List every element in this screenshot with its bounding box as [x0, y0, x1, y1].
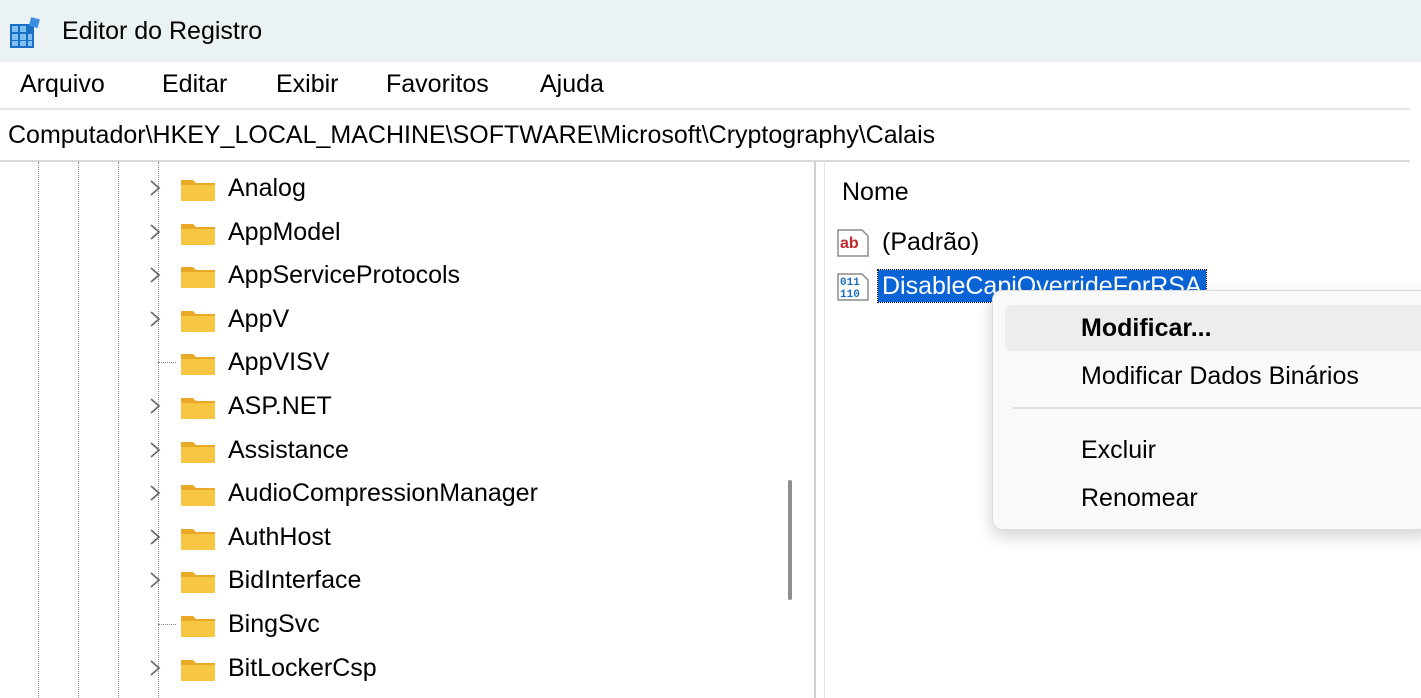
tree-branch-line — [158, 362, 176, 364]
tree-item-label: BitLockerCsp — [228, 653, 377, 682]
folder-icon — [181, 180, 215, 201]
tree-guide-line — [38, 162, 39, 698]
tree-item[interactable]: AppVISV — [144, 342, 764, 386]
menu-item-excluir[interactable]: Excluir — [1005, 427, 1421, 473]
tree-item[interactable]: BidInterface — [144, 560, 764, 604]
menu-item-label: Excluir — [1081, 436, 1157, 464]
tree-item[interactable]: AppModel — [144, 212, 764, 256]
menu-arquivo[interactable]: Arquivo — [20, 68, 105, 100]
value-row[interactable]: ab (Padrão) — [836, 222, 1396, 262]
tree-item-label: AppServiceProtocols — [228, 261, 461, 290]
tree-scrollbar-thumb[interactable] — [788, 480, 792, 600]
menu-item-renomear[interactable]: Renomear — [1005, 475, 1421, 521]
tree-item[interactable]: ASP.NET — [144, 386, 764, 430]
chevron-right-icon[interactable] — [144, 394, 166, 418]
tree-item-label: AppVISV — [228, 348, 330, 377]
menu-editar[interactable]: Editar — [162, 68, 227, 100]
folder-icon — [181, 616, 215, 637]
chevron-right-icon[interactable] — [144, 176, 166, 200]
tree-item-label: AuthHost — [228, 522, 331, 551]
tree-item-label: BingSvc — [228, 610, 320, 638]
address-path[interactable]: Computador\HKEY_LOCAL_MACHINE\SOFTWARE\M… — [8, 120, 935, 150]
menu-bar: Arquivo Editar Exibir Favoritos Ajuda — [0, 62, 1421, 106]
folder-icon — [181, 267, 215, 289]
svg-text:011: 011 — [840, 277, 860, 289]
menu-ajuda[interactable]: Ajuda — [540, 68, 604, 100]
chevron-right-icon[interactable] — [144, 656, 166, 680]
menu-item-label: Renomear — [1081, 484, 1198, 512]
chevron-right-icon[interactable] — [144, 481, 166, 505]
registry-editor-icon — [10, 17, 40, 48]
context-menu: Modificar... Modificar Dados Binários Ex… — [992, 290, 1421, 530]
tree-item[interactable]: BingSvc — [144, 604, 764, 648]
tree-item-label: Analog — [228, 174, 306, 202]
tree-item[interactable]: BitLockerCsp — [144, 648, 764, 692]
folder-icon — [181, 310, 215, 332]
title-bar: Editor do Registro — [0, 0, 1421, 62]
tree-item[interactable]: AudioCompressionManager — [144, 473, 764, 517]
chevron-right-icon[interactable] — [144, 263, 166, 287]
address-bar[interactable]: Computador\HKEY_LOCAL_MACHINE\SOFTWARE\M… — [0, 108, 1410, 162]
tree-guide-line — [78, 162, 79, 698]
menu-separator — [1013, 407, 1421, 409]
folder-icon — [181, 572, 215, 594]
pane-divider — [824, 162, 825, 698]
string-value-icon: ab — [837, 229, 869, 257]
menu-exibir[interactable]: Exibir — [276, 68, 339, 100]
chevron-right-icon[interactable] — [144, 568, 166, 592]
tree-item[interactable]: AppServiceProtocols — [144, 255, 764, 299]
tree-item[interactable]: Analog — [144, 168, 764, 212]
menu-item-modificar-binarios[interactable]: Modificar Dados Binários — [1005, 353, 1421, 399]
tree-guide-line — [118, 162, 119, 698]
tree-item-label: ASP.NET — [228, 392, 332, 420]
folder-icon — [181, 223, 215, 245]
chevron-right-icon[interactable] — [144, 220, 166, 244]
window-title: Editor do Registro — [62, 17, 263, 45]
tree-item-label: Assistance — [228, 435, 349, 464]
value-name: (Padrão) — [882, 228, 980, 256]
tree-item-label: AudioCompressionManager — [228, 479, 538, 508]
tree-item[interactable]: Assistance — [144, 430, 764, 474]
svg-text:110: 110 — [840, 289, 860, 301]
folder-icon — [181, 528, 215, 550]
folder-icon — [181, 354, 215, 376]
chevron-right-icon[interactable] — [144, 525, 166, 549]
folder-icon — [181, 398, 215, 419]
chevron-right-icon[interactable] — [144, 438, 166, 462]
menu-item-modificar[interactable]: Modificar... — [1005, 305, 1421, 351]
tree-item-label: BidInterface — [228, 566, 362, 595]
folder-icon — [181, 659, 215, 681]
pane-splitter[interactable] — [814, 162, 816, 698]
menu-item-label: Modificar... — [1081, 314, 1212, 342]
binary-value-icon: 011 110 — [837, 273, 869, 301]
column-header-name[interactable]: Nome — [842, 176, 909, 208]
svg-text:ab: ab — [840, 235, 859, 252]
menu-favoritos[interactable]: Favoritos — [386, 68, 489, 100]
key-tree-pane[interactable]: Analog AppModel AppServiceProtocols AppV App… — [0, 162, 812, 698]
tree-branch-line — [158, 624, 176, 625]
folder-icon — [181, 485, 215, 507]
tree-item-label: AppV — [228, 304, 290, 333]
tree-item[interactable]: AuthHost — [144, 517, 764, 561]
tree-item[interactable]: AppV — [144, 299, 764, 343]
menu-item-label: Modificar Dados Binários — [1081, 362, 1359, 390]
tree-item-label: AppModel — [228, 217, 341, 246]
folder-icon — [181, 441, 215, 463]
chevron-right-icon[interactable] — [144, 307, 166, 331]
